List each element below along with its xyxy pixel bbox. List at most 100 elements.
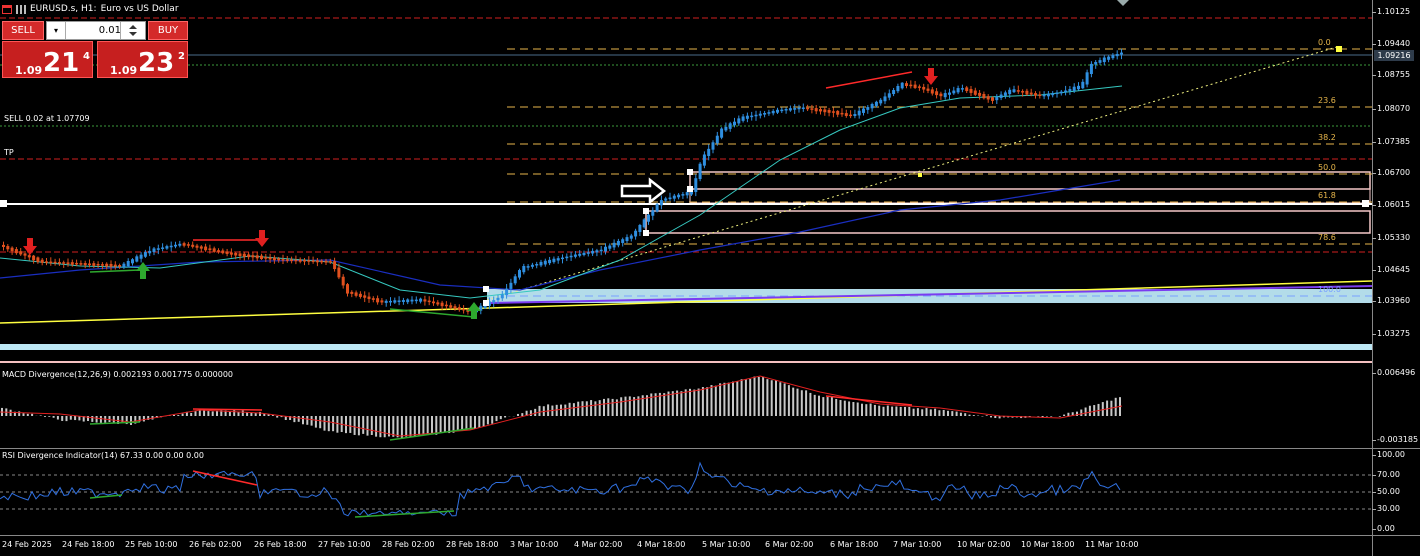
lot-size-field[interactable]: ▾ 0.01 bbox=[46, 21, 146, 40]
candle bbox=[36, 257, 39, 262]
candle bbox=[406, 299, 409, 302]
chart-type-icon[interactable] bbox=[16, 5, 26, 14]
candle bbox=[634, 231, 637, 237]
macd-bar bbox=[607, 398, 609, 416]
buy-button[interactable]: BUY bbox=[148, 21, 188, 40]
macd-bar bbox=[517, 414, 519, 416]
candle bbox=[32, 256, 35, 261]
buy-quote[interactable]: 1.09 23 2 bbox=[97, 41, 188, 78]
sell-button[interactable]: SELL bbox=[2, 21, 44, 40]
zone-box-2[interactable] bbox=[646, 211, 1370, 233]
macd-bar bbox=[809, 393, 811, 416]
macd-bar bbox=[749, 379, 751, 416]
sell-price-prefix: 1.09 bbox=[15, 64, 42, 77]
candle bbox=[772, 111, 775, 113]
candle bbox=[746, 116, 749, 119]
macd-bar bbox=[358, 416, 360, 435]
macd-pane[interactable]: MACD Divergence(12,26,9) 0.002193 0.0017… bbox=[0, 368, 1372, 449]
support-zone-lower[interactable] bbox=[0, 344, 1372, 350]
arrow-right-icon[interactable] bbox=[622, 180, 664, 202]
key-level-handle-right[interactable] bbox=[1362, 200, 1369, 207]
candle bbox=[501, 294, 504, 298]
macd-bar bbox=[91, 416, 93, 422]
time-tick: 5 Mar 10:00 bbox=[702, 540, 750, 549]
macd-bar bbox=[521, 413, 523, 416]
sell-quote[interactable]: 1.09 21 4 bbox=[2, 41, 93, 78]
time-tick: 27 Feb 10:00 bbox=[318, 540, 370, 549]
candle bbox=[815, 108, 818, 111]
macd-bar bbox=[943, 410, 945, 416]
candle bbox=[729, 123, 732, 129]
sell-order-label[interactable]: SELL 0.02 at 1.07709 bbox=[4, 114, 90, 123]
macd-bar bbox=[711, 385, 713, 416]
time-axis[interactable]: 24 Feb 2025 24 Feb 18:00 25 Feb 10:00 26… bbox=[0, 535, 1372, 556]
candle bbox=[79, 263, 82, 265]
candle bbox=[24, 253, 27, 255]
candle bbox=[995, 97, 998, 100]
macd-bar bbox=[861, 404, 863, 416]
drawing-handles[interactable] bbox=[483, 46, 1342, 306]
price-chart-canvas bbox=[0, 0, 1372, 368]
chart-shift-icon[interactable] bbox=[1117, 0, 1129, 6]
candle bbox=[664, 198, 667, 200]
candle bbox=[393, 300, 396, 302]
price-tick: 1.09440 bbox=[1377, 39, 1410, 49]
candle bbox=[974, 91, 977, 95]
candle bbox=[587, 252, 590, 254]
candle bbox=[497, 298, 500, 300]
macd-bar bbox=[908, 407, 910, 416]
macd-bar bbox=[354, 416, 356, 435]
time-tick: 25 Feb 10:00 bbox=[125, 540, 177, 549]
price-chart-pane[interactable]: EURUSD.s, H1: Euro vs US Dollar SELL ▾ 0… bbox=[0, 0, 1372, 369]
zone-box-1[interactable] bbox=[690, 172, 1370, 189]
rsi-line bbox=[0, 463, 1120, 516]
macd-bar bbox=[926, 408, 928, 416]
candle bbox=[583, 253, 586, 255]
candle bbox=[1103, 58, 1106, 63]
rsi-pane[interactable]: RSI Divergence Indicator(14) 67.33 0.00 … bbox=[0, 448, 1372, 536]
candle bbox=[432, 301, 435, 303]
candle bbox=[363, 295, 366, 297]
candle bbox=[1038, 94, 1041, 96]
candle bbox=[88, 264, 91, 266]
candle bbox=[92, 263, 95, 266]
candle bbox=[230, 252, 233, 254]
rsi-divergence-red bbox=[193, 471, 257, 485]
candle bbox=[527, 266, 530, 268]
macd-bar bbox=[715, 386, 717, 416]
rsi-canvas bbox=[0, 449, 1372, 536]
candle bbox=[509, 283, 512, 289]
fib-level-100: 100.0 bbox=[1318, 285, 1341, 294]
candle bbox=[557, 258, 560, 260]
candle bbox=[737, 118, 740, 123]
macd-bar bbox=[857, 402, 859, 416]
candle bbox=[669, 198, 672, 200]
candle bbox=[965, 87, 968, 91]
candle bbox=[458, 307, 461, 310]
macd-bar bbox=[921, 409, 923, 416]
macd-bar bbox=[883, 407, 885, 416]
macd-bar bbox=[895, 406, 897, 416]
window-icon[interactable] bbox=[2, 5, 12, 14]
macd-bar bbox=[754, 377, 756, 416]
candle bbox=[716, 136, 719, 144]
lot-dropdown-icon[interactable]: ▾ bbox=[47, 22, 66, 39]
zone-box-3[interactable] bbox=[690, 189, 1370, 203]
time-tick: 4 Mar 18:00 bbox=[637, 540, 685, 549]
candle bbox=[372, 298, 375, 300]
macd-bar bbox=[865, 404, 867, 416]
candle bbox=[535, 264, 538, 266]
candle bbox=[621, 239, 624, 243]
lot-size-value[interactable]: 0.01 bbox=[67, 22, 121, 39]
candle bbox=[174, 245, 177, 247]
candle bbox=[19, 251, 22, 254]
candle bbox=[604, 247, 607, 252]
macd-bar bbox=[263, 414, 265, 416]
tp-label[interactable]: TP bbox=[4, 148, 14, 157]
candle bbox=[647, 215, 650, 222]
key-level-handle-left[interactable] bbox=[0, 200, 7, 207]
macd-bar bbox=[431, 416, 433, 434]
lot-spinner[interactable] bbox=[120, 22, 145, 39]
candle bbox=[948, 93, 951, 95]
candle bbox=[531, 265, 534, 267]
